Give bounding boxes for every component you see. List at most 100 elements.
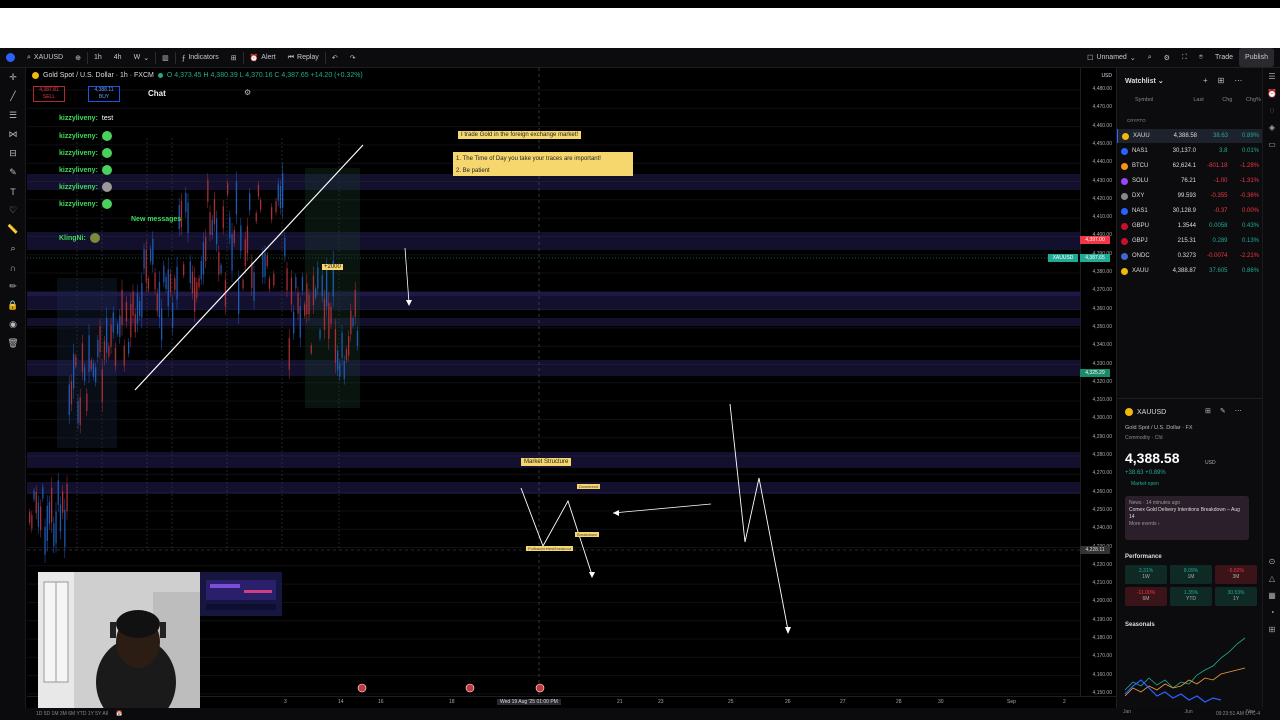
- row-symbol: NAS1: [1132, 148, 1148, 154]
- news-more-link[interactable]: More events ›: [1129, 521, 1245, 528]
- grid-icon[interactable]: ⊞: [1205, 407, 1211, 415]
- settings-button[interactable]: ⚙: [1158, 48, 1176, 67]
- note-title[interactable]: I trade Gold in the foreign exchange mar…: [458, 131, 582, 139]
- note-points[interactable]: 1. The Time of Day you take your traces …: [453, 152, 633, 176]
- alarm-icon: ⏰: [249, 54, 259, 62]
- messages-tab[interactable]: ▭: [1263, 136, 1280, 153]
- replay-button[interactable]: ⏮ Replay: [282, 48, 325, 67]
- publish-button[interactable]: Publish: [1239, 48, 1274, 67]
- quick-search-button[interactable]: ⌕: [1142, 48, 1158, 67]
- fib-tool[interactable]: ☰: [0, 106, 26, 125]
- chat-message: KlingNi:: [59, 233, 100, 243]
- calendar-tab[interactable]: ▦: [1263, 587, 1280, 604]
- watchlist-row[interactable]: ONDC 0.3273 -0.0074 -2.21%: [1117, 249, 1263, 263]
- watchlist-title[interactable]: Watchlist ⌄: [1125, 77, 1164, 85]
- alerts-tab[interactable]: ⏰: [1263, 85, 1280, 102]
- indicators-button[interactable]: ⨍ Indicators: [176, 48, 225, 67]
- news-time: News · 14 minutes ago: [1129, 500, 1181, 506]
- calendar-icon[interactable]: 📅: [116, 711, 122, 717]
- magnet-tool[interactable]: ∩: [0, 258, 26, 277]
- compare-button[interactable]: ⊕: [69, 48, 87, 67]
- interval-4h[interactable]: 4h: [108, 48, 128, 67]
- measure-tool[interactable]: 📏: [0, 220, 26, 239]
- watchlist-row[interactable]: GBPU 1.3544 0.0058 0.43%: [1117, 219, 1263, 233]
- undo-button[interactable]: ↶: [326, 48, 344, 67]
- chat-settings-icon[interactable]: ⚙: [244, 88, 251, 97]
- templates-button[interactable]: ⊞: [225, 48, 243, 67]
- label-breakdown[interactable]: Breakdown: [575, 532, 600, 537]
- zoom-tool[interactable]: ⌕: [0, 239, 26, 258]
- watchlist-row[interactable]: XAUU 4,388.58 38.63 0.89%: [1117, 129, 1263, 143]
- watchlist-row[interactable]: NAS1 30,128.9 -0.37 0.00%: [1117, 204, 1263, 218]
- layout-icon[interactable]: ⊞: [1218, 76, 1225, 85]
- add-symbol-icon[interactable]: +: [1203, 76, 1208, 85]
- redo-button[interactable]: ↷: [344, 48, 362, 67]
- icon-tool[interactable]: ♡: [0, 201, 26, 220]
- price-tag-crosshair: 4,228.11: [1080, 546, 1110, 554]
- col-chg[interactable]: Chg: [1204, 97, 1232, 103]
- watchlist-row[interactable]: NAS1 30,137.0 3.8 0.01%: [1117, 144, 1263, 158]
- help-tab[interactable]: ⊙: [1263, 553, 1280, 570]
- row-last: 30,128.9: [1172, 208, 1196, 214]
- interval-1h[interactable]: 1h: [88, 48, 108, 67]
- prediction-tool[interactable]: ⊟: [0, 144, 26, 163]
- label-2000[interactable]: +2000: [322, 264, 343, 270]
- alert-button[interactable]: ⏰ Alert: [244, 48, 282, 67]
- row-change-pct: -1.28%: [1239, 163, 1259, 169]
- pattern-tool[interactable]: ⋈: [0, 125, 26, 144]
- brush-tool[interactable]: ✎: [0, 163, 26, 182]
- ideas-tab[interactable]: ◈: [1263, 119, 1280, 136]
- watchlist-row[interactable]: DXY 99.593 -0.355 -0.36%: [1117, 189, 1263, 203]
- cursor-tool[interactable]: ✛: [0, 68, 26, 87]
- account-avatar[interactable]: [0, 48, 21, 67]
- candle-body: [198, 277, 200, 288]
- chart-type-button[interactable]: ▥: [156, 48, 175, 67]
- interval-w[interactable]: W ⌄: [128, 48, 155, 67]
- more-tab[interactable]: ⊞: [1263, 621, 1280, 638]
- candle-body: [161, 308, 163, 341]
- col-last[interactable]: Last: [1175, 97, 1203, 103]
- watchlist-row[interactable]: SOLU 76.21 -1.00 -1.31%: [1117, 174, 1263, 188]
- chat-tab[interactable]: ◌: [1263, 102, 1280, 119]
- watchlist-row[interactable]: XAUU 4,388.87 37.605 0.86%: [1117, 264, 1263, 278]
- layout-button[interactable]: ☐ Unnamed ⌄: [1081, 48, 1142, 67]
- detail-change: +38.63 +0.89%: [1125, 470, 1166, 476]
- stay-drawing-tool[interactable]: ✏: [0, 277, 26, 296]
- supply-demand-zone: [27, 318, 1080, 326]
- news-card[interactable]: News · 14 minutes ago Comex Gold Deliver…: [1125, 496, 1249, 540]
- text-tool[interactable]: T: [0, 182, 26, 201]
- symbol-search-button[interactable]: ⌕ XAUUSD: [21, 48, 69, 67]
- col-symbol[interactable]: Symbol: [1121, 97, 1175, 103]
- candle-body: [46, 505, 48, 541]
- market-open-dot: [157, 73, 163, 78]
- date-range-buttons[interactable]: 1D 5D 1M 3M 6M YTD 1Y 5Y All: [36, 711, 108, 717]
- label-downtrend[interactable]: Downtrend: [577, 484, 601, 489]
- new-messages-label[interactable]: New messages: [131, 216, 181, 223]
- watchlist-tab[interactable]: ☰: [1263, 68, 1280, 85]
- lock-tool[interactable]: 🔒: [0, 296, 26, 315]
- chat-message: kizzyliveny:: [59, 148, 112, 158]
- notifications-tab[interactable]: ◔: [1263, 604, 1280, 621]
- label-retest[interactable]: Pullback/retest/breakout: [526, 546, 573, 551]
- delete-tool[interactable]: 🗑: [0, 334, 26, 353]
- more-icon[interactable]: ⋯: [1235, 407, 1242, 415]
- col-pct[interactable]: Chg%: [1232, 97, 1261, 103]
- row-change: -801.18: [1207, 163, 1228, 169]
- watchlist-group[interactable]: CRYPTO: [1127, 118, 1146, 123]
- snapshot-button[interactable]: ⌾: [1193, 48, 1209, 67]
- trade-button[interactable]: Trade: [1209, 48, 1239, 67]
- symbol-icon: [1121, 192, 1128, 200]
- edit-icon[interactable]: ✎: [1220, 407, 1226, 415]
- watchlist-row[interactable]: GBPJ 215.31 0.289 0.13%: [1117, 234, 1263, 248]
- currency-label[interactable]: USD: [1101, 73, 1112, 79]
- hide-tool[interactable]: ◉: [0, 315, 26, 334]
- price-axis[interactable]: USD 4,480.00 4,470.00 4,460.00 4,450.00 4,44…: [1080, 68, 1116, 696]
- row-last: 30,137.0: [1172, 148, 1196, 154]
- watchlist-row[interactable]: BTCU 62,624.1 -801.18 -1.28%: [1117, 159, 1263, 173]
- hotlist-tab[interactable]: △: [1263, 570, 1280, 587]
- more-icon[interactable]: ⋯: [1234, 76, 1242, 85]
- fullscreen-button[interactable]: ⛶: [1176, 48, 1193, 67]
- market-status: Market open: [1131, 481, 1159, 487]
- note-market-structure[interactable]: Market Structure: [521, 458, 572, 466]
- trendline-tool[interactable]: ╱: [0, 87, 26, 106]
